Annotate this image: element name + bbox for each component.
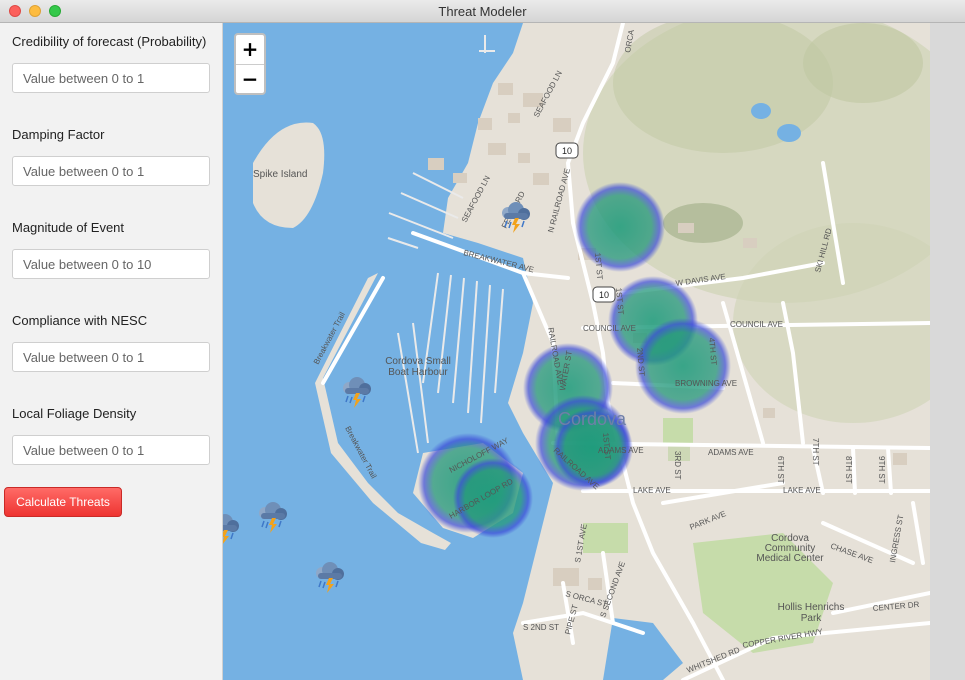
credibility-input[interactable] xyxy=(12,63,210,93)
svg-text:10: 10 xyxy=(599,290,609,300)
council-ave-label: COUNCIL AVE xyxy=(583,324,636,333)
eighth-st-label: 8TH ST xyxy=(844,456,853,484)
adams-ave-label: ADAMS AVE xyxy=(598,446,644,455)
seventh-st-label: 7TH ST xyxy=(811,438,820,466)
foliage-density-label: Local Foliage Density xyxy=(12,406,137,421)
magnitude-label: Magnitude of Event xyxy=(12,220,125,235)
route-10-shield: 10 xyxy=(555,142,579,159)
svg-text:10: 10 xyxy=(562,146,572,156)
zoom-out-button[interactable]: − xyxy=(236,65,264,94)
adams-ave-label-2: ADAMS AVE xyxy=(708,448,754,457)
zoom-control: + − xyxy=(234,33,266,95)
s-2nd-st-label: S 2ND ST xyxy=(523,623,559,632)
medical-center-label-line3: Medical Center xyxy=(756,553,824,564)
ninth-st-label: 9TH ST xyxy=(877,456,886,484)
nesc-compliance-input[interactable] xyxy=(12,342,210,372)
credibility-label: Credibility of forecast (Probability) xyxy=(12,34,207,49)
zoom-in-button[interactable]: + xyxy=(236,35,264,65)
calculate-threats-button[interactable]: Calculate Threats xyxy=(4,487,122,517)
threat-parameters-panel: Credibility of forecast (Probability) Da… xyxy=(0,23,223,680)
title-bar: Threat Modeler xyxy=(0,0,965,23)
damping-factor-label: Damping Factor xyxy=(12,127,105,142)
vertical-scrollbar[interactable] xyxy=(930,23,965,680)
council-ave-label-2: COUNCIL AVE xyxy=(730,320,783,329)
cordova-town-label: Cordova xyxy=(558,409,627,429)
lake-ave-label-2: LAKE AVE xyxy=(783,486,821,495)
lake-ave-label: LAKE AVE xyxy=(633,486,671,495)
magnitude-input[interactable] xyxy=(12,249,210,279)
foliage-density-input[interactable] xyxy=(12,435,210,465)
app-window: Threat Modeler Credibility of forecast (… xyxy=(0,0,965,680)
harbour-label-line1: Cordova Small xyxy=(385,356,451,367)
nesc-compliance-label: Compliance with NESC xyxy=(12,313,148,328)
spike-island-label: Spike Island xyxy=(253,169,307,180)
map-view[interactable]: Spike Island Cordova Small Boat Harbour … xyxy=(223,23,930,680)
damping-factor-input[interactable] xyxy=(12,156,210,186)
browning-ave-label: BROWNING AVE xyxy=(675,379,737,388)
sixth-st-label: 6TH ST xyxy=(776,456,785,484)
third-st-label: 3RD ST xyxy=(673,451,682,480)
harbour-label-line2: Boat Harbour xyxy=(388,367,448,378)
route-10-shield-2: 10 xyxy=(592,286,616,303)
hollis-park-label-line1: Hollis Henrichs xyxy=(778,602,845,613)
hollis-park-label-line2: Park xyxy=(801,613,823,624)
window-title: Threat Modeler xyxy=(438,4,527,19)
